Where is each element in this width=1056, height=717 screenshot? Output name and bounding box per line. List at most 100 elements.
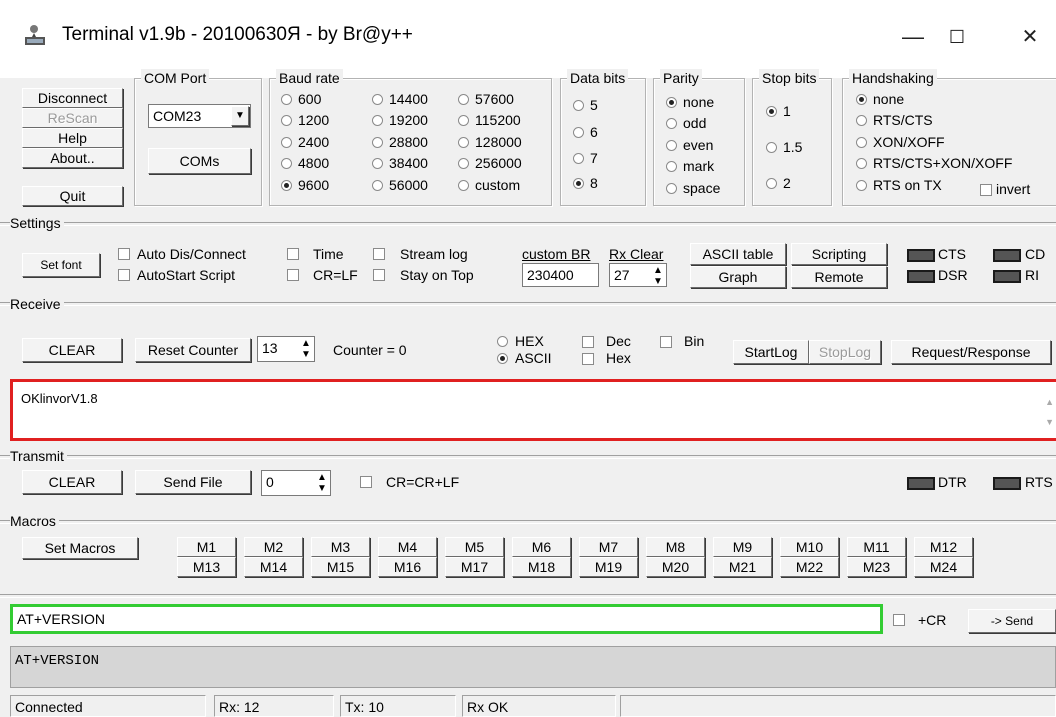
macro-m22-button[interactable]: M22 [780, 557, 839, 577]
baud-28800-radio[interactable] [372, 137, 383, 148]
macro-m23-button[interactable]: M23 [847, 557, 906, 577]
rx-clear-spinner[interactable]: 27 ▲ ▼ [609, 263, 667, 287]
spinner-arrows-icon[interactable]: ▲ ▼ [299, 338, 313, 360]
receive-output-area[interactable]: OKlinvorV1.8 ▲ ▼ [10, 379, 1056, 441]
dtr-led-icon[interactable] [907, 477, 935, 490]
macro-m12-button[interactable]: M12 [914, 537, 973, 557]
plus-cr-checkbox[interactable] [893, 614, 905, 626]
macro-m9-button[interactable]: M9 [713, 537, 772, 557]
handshaking-rts-on-tx-radio[interactable] [856, 180, 867, 191]
graph-button[interactable]: Graph [690, 266, 786, 288]
stop-bits-2-radio[interactable] [766, 178, 777, 189]
parity-odd-radio[interactable] [666, 118, 677, 129]
autostart-script-checkbox[interactable] [118, 269, 130, 281]
counter-spinner[interactable]: 13 ▲ ▼ [257, 336, 315, 362]
macro-m13-button[interactable]: M13 [177, 557, 236, 577]
minimize-button[interactable]: — [898, 22, 928, 52]
stop-bits-1-5-radio[interactable] [766, 142, 777, 153]
parity-space-radio[interactable] [666, 183, 677, 194]
maximize-button[interactable]: ☐ [942, 22, 972, 52]
scripting-button[interactable]: Scripting [791, 243, 887, 265]
baud-600-radio[interactable] [281, 94, 292, 105]
hex-display-checkbox[interactable] [582, 353, 594, 365]
ascii-table-button[interactable]: ASCII table [690, 243, 786, 265]
transmit-spinner[interactable]: 0 ▲ ▼ [261, 470, 331, 496]
set-font-button[interactable]: Set font [22, 253, 100, 277]
receive-clear-button[interactable]: CLEAR [22, 338, 122, 362]
baud-57600-radio[interactable] [458, 94, 469, 105]
data-bits-6-radio[interactable] [573, 127, 584, 138]
help-button[interactable]: Help [22, 128, 123, 148]
baud-115200-radio[interactable] [458, 115, 469, 126]
auto-dis-connect-checkbox[interactable] [118, 248, 130, 260]
cr-cr-lf-checkbox[interactable] [360, 476, 372, 488]
handshaking-rts-cts-radio[interactable] [856, 115, 867, 126]
macro-m8-button[interactable]: M8 [646, 537, 705, 557]
close-button[interactable]: ✕ [1015, 22, 1045, 52]
stay-on-top-checkbox[interactable] [373, 269, 385, 281]
baud-38400-radio[interactable] [372, 158, 383, 169]
baud-1200-radio[interactable] [281, 115, 292, 126]
handshaking-none-radio[interactable] [856, 94, 867, 105]
macro-m7-button[interactable]: M7 [579, 537, 638, 557]
com-port-select[interactable]: COM23 ▼ [148, 104, 251, 128]
baud-9600-radio[interactable] [281, 180, 292, 191]
macro-m3-button[interactable]: M3 [311, 537, 370, 557]
hex-radio[interactable] [497, 336, 508, 347]
baud-14400-radio[interactable] [372, 94, 383, 105]
ascii-radio[interactable] [497, 353, 508, 364]
send-file-button[interactable]: Send File [135, 470, 251, 494]
coms-button[interactable]: COMs [148, 148, 251, 174]
parity-even-radio[interactable] [666, 140, 677, 151]
data-bits-8-radio[interactable] [573, 178, 584, 189]
macro-m20-button[interactable]: M20 [646, 557, 705, 577]
baud-4800-radio[interactable] [281, 158, 292, 169]
macro-m18-button[interactable]: M18 [512, 557, 571, 577]
baud-custom-radio[interactable] [458, 180, 469, 191]
macro-m5-button[interactable]: M5 [445, 537, 504, 557]
macro-m2-button[interactable]: M2 [244, 537, 303, 557]
macro-m10-button[interactable]: M10 [780, 537, 839, 557]
history-area[interactable]: AT+VERSION [10, 646, 1056, 688]
reset-counter-button[interactable]: Reset Counter [135, 338, 251, 362]
remote-button[interactable]: Remote [791, 266, 887, 288]
macro-m19-button[interactable]: M19 [579, 557, 638, 577]
baud-128000-radio[interactable] [458, 137, 469, 148]
about-button[interactable]: About.. [22, 148, 123, 168]
macro-m11-button[interactable]: M11 [847, 537, 906, 557]
baud-256000-radio[interactable] [458, 158, 469, 169]
startlog-button[interactable]: StartLog [733, 340, 809, 364]
scroll-arrows-icon[interactable]: ▲ ▼ [1045, 392, 1054, 432]
command-input[interactable]: AT+VERSION [10, 604, 883, 634]
macro-m15-button[interactable]: M15 [311, 557, 370, 577]
handshaking-xon-xoff-radio[interactable] [856, 137, 867, 148]
rescan-button[interactable]: ReScan [22, 108, 123, 128]
set-macros-button[interactable]: Set Macros [22, 537, 138, 559]
data-bits-7-radio[interactable] [573, 153, 584, 164]
dec-checkbox[interactable] [582, 336, 594, 348]
parity-mark-radio[interactable] [666, 161, 677, 172]
parity-none-radio[interactable] [666, 97, 677, 108]
transmit-clear-button[interactable]: CLEAR [22, 470, 122, 494]
macro-m6-button[interactable]: M6 [512, 537, 571, 557]
data-bits-5-radio[interactable] [573, 100, 584, 111]
macro-m24-button[interactable]: M24 [914, 557, 973, 577]
handshaking-rts-cts-xon-xoff-radio[interactable] [856, 158, 867, 169]
stream-log-checkbox[interactable] [373, 248, 385, 260]
spinner-arrows-icon[interactable]: ▲ ▼ [651, 265, 665, 286]
cr-lf-checkbox[interactable] [287, 269, 299, 281]
rts-led-icon[interactable] [993, 477, 1021, 490]
baud-2400-radio[interactable] [281, 137, 292, 148]
stop-bits-1-radio[interactable] [766, 106, 777, 117]
send-button[interactable]: -> Send [968, 609, 1056, 633]
macro-m17-button[interactable]: M17 [445, 557, 504, 577]
stoplog-button[interactable]: StopLog [809, 340, 881, 364]
bin-checkbox[interactable] [660, 336, 672, 348]
macro-m1-button[interactable]: M1 [177, 537, 236, 557]
macro-m14-button[interactable]: M14 [244, 557, 303, 577]
macro-m16-button[interactable]: M16 [378, 557, 437, 577]
disconnect-button[interactable]: Disconnect [22, 88, 123, 108]
request-response-button[interactable]: Request/Response [891, 340, 1051, 364]
quit-button[interactable]: Quit [22, 186, 123, 206]
baud-56000-radio[interactable] [372, 180, 383, 191]
